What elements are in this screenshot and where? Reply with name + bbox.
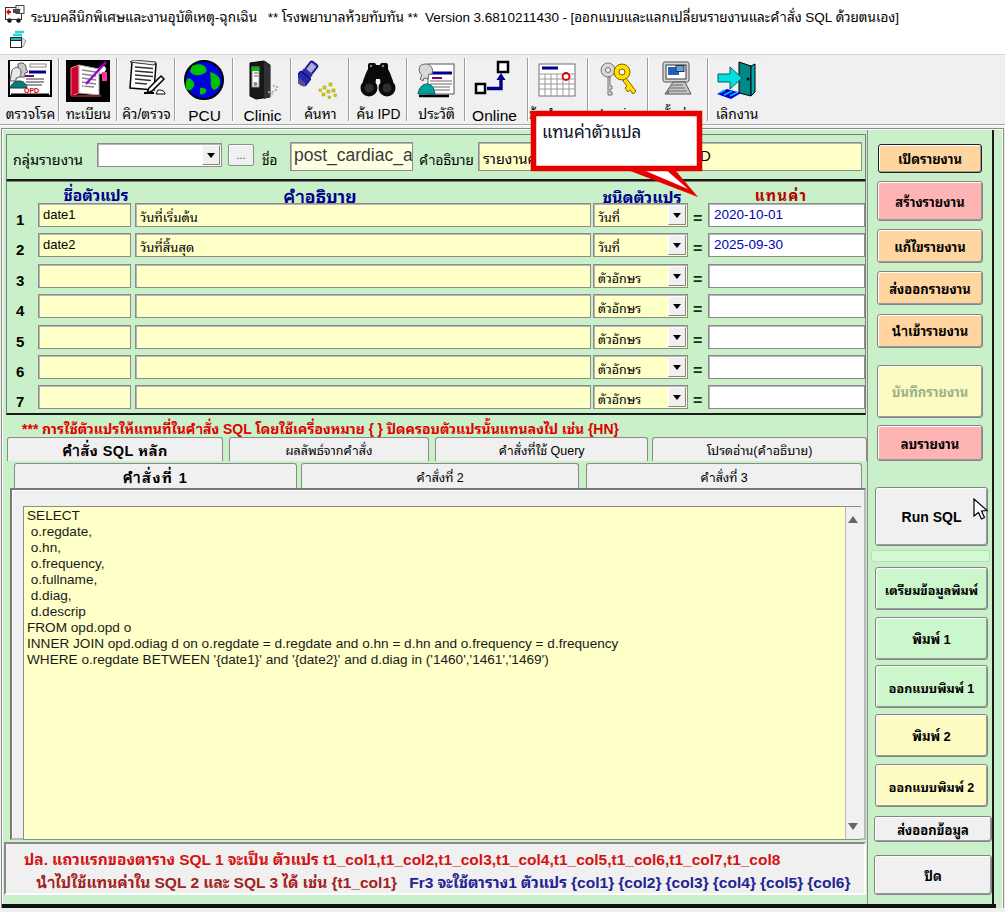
svg-text:OPD: OPD [24, 87, 39, 94]
